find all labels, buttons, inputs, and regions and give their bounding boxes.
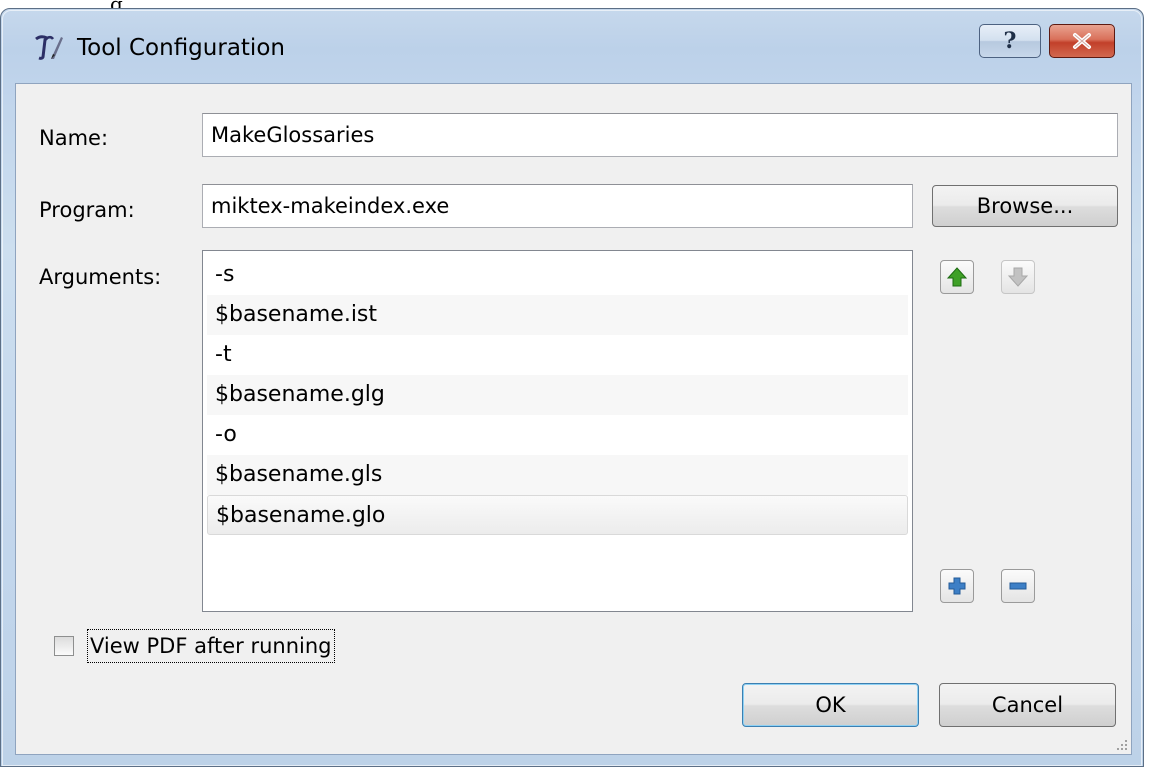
move-down-button[interactable] [1001,260,1035,294]
program-input[interactable]: miktex-makeindex.exe [202,184,913,228]
ok-button[interactable]: OK [742,683,919,727]
help-icon: ? [1003,28,1017,54]
cancel-button[interactable]: Cancel [939,683,1116,727]
arrow-up-icon [946,267,968,287]
add-argument-button[interactable] [940,569,974,603]
plus-icon [948,577,966,595]
name-label: Name: [39,126,109,150]
title-bar[interactable]: Tool Configuration ? [1,9,1143,83]
browse-button[interactable]: Browse... [932,185,1118,227]
program-label: Program: [39,198,135,222]
close-button[interactable] [1049,24,1115,58]
dialog-body: Name: MakeGlossaries Program: miktex-mak… [15,83,1132,755]
arrow-down-icon [1007,267,1029,287]
argument-item[interactable]: $basename.ist [207,295,908,335]
argument-item[interactable]: -s [207,255,908,295]
tool-configuration-dialog: Tool Configuration ? Name: MakeGlossarie… [0,8,1144,767]
view-pdf-label[interactable]: View PDF after running [87,629,335,663]
argument-item-selected[interactable]: $basename.glo [207,495,908,535]
argument-item[interactable]: -o [207,415,908,455]
help-button[interactable]: ? [979,24,1041,58]
minus-icon [1009,582,1027,590]
arguments-list[interactable]: -s $basename.ist -t $basename.glg -o $ba… [202,250,913,612]
remove-argument-button[interactable] [1001,569,1035,603]
argument-item[interactable]: $basename.gls [207,455,908,495]
view-pdf-checkbox[interactable] [54,636,74,656]
argument-item[interactable]: -t [207,335,908,375]
resize-grip-icon[interactable] [1116,739,1128,751]
dialog-title: Tool Configuration [77,35,285,61]
close-icon [1073,33,1091,49]
arguments-label: Arguments: [39,265,162,289]
name-input[interactable]: MakeGlossaries [202,113,1118,157]
move-up-button[interactable] [940,260,974,294]
argument-item[interactable]: $basename.glg [207,375,908,415]
texworks-icon [33,33,65,61]
